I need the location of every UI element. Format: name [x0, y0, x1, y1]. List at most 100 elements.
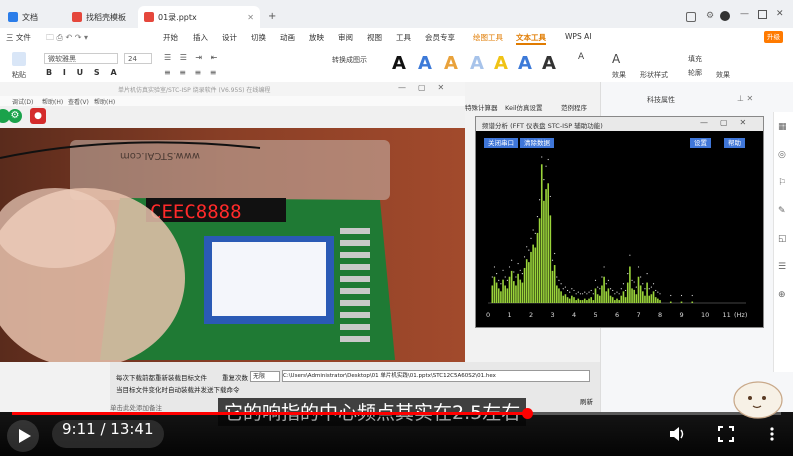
hex-path-field[interactable]: C:\Users\Administrator\Desktop\01 单片机实践\… [282, 370, 590, 382]
fft-window-controls[interactable]: —▢✕ [700, 118, 758, 127]
pin-icon[interactable]: ⊥ ✕ [737, 94, 753, 103]
fft-bar [607, 288, 610, 303]
fft-bar [641, 291, 644, 303]
software-menu-debug[interactable]: 调试(D) [12, 97, 33, 106]
window-controls[interactable]: —▢✕ [398, 83, 456, 92]
text-style-orange[interactable]: A [444, 53, 458, 74]
new-tab-icon[interactable]: + [268, 11, 276, 22]
minimize-icon[interactable]: — [740, 9, 749, 19]
fft-peak-marker [519, 269, 521, 271]
close-icon[interactable]: ✕ [247, 13, 254, 22]
sidebar-icon[interactable]: ☰ [778, 262, 786, 272]
menu-home[interactable]: 开始 [163, 32, 178, 43]
fft-bar [581, 300, 584, 303]
window-layout-icon[interactable] [686, 12, 696, 22]
auto-load-option[interactable]: 当目标文件变化时自动装载并发送下载命令 [116, 384, 240, 394]
fullscreen-icon[interactable] [718, 426, 734, 442]
sidebar-icon[interactable]: ▦ [778, 122, 787, 132]
text-style-blue2[interactable]: A [518, 53, 532, 74]
fill-label[interactable]: 填充 [688, 54, 702, 64]
menu-design[interactable]: 设计 [222, 32, 237, 43]
fft-bar [644, 295, 646, 303]
help-button[interactable]: 帮助 [724, 138, 745, 148]
menu-member[interactable]: 会员专享 [425, 32, 455, 43]
fft-peak-marker [534, 232, 536, 234]
refresh-button[interactable]: 刷新 [580, 396, 593, 406]
tab-calculator[interactable]: 特殊计算器 [465, 102, 498, 112]
sidebar-icon[interactable]: ⊕ [778, 290, 786, 300]
menu-tools[interactable]: 工具 [396, 32, 411, 43]
quick-access-icons[interactable]: 🗀 ⎙ ↶ ↷ ▾ [46, 32, 88, 46]
tab-templates[interactable]: 找稻壳模板 [66, 6, 136, 28]
text-style-light-blue[interactable]: A [470, 53, 484, 74]
reload-option[interactable]: 每次下载前都重新装载目标文件 [116, 372, 207, 382]
effect2-label[interactable]: 效果 [716, 70, 730, 80]
text-style-outline[interactable]: A [542, 53, 556, 74]
text-style-blue[interactable]: A [418, 53, 432, 74]
tab-documents[interactable]: 文档 [2, 6, 58, 28]
align-icons[interactable]: ≡ ≡ ≡ ≡ [164, 68, 219, 77]
sidebar-icon[interactable]: ◎ [778, 150, 786, 160]
fft-peak-marker [659, 293, 661, 295]
repeat-count-select[interactable]: 无限 [250, 371, 280, 382]
settings-button[interactable]: 设置 [690, 138, 711, 148]
maximize-icon[interactable] [758, 10, 767, 19]
shape-style-label[interactable]: 形状样式 [640, 70, 668, 80]
clear-data-button[interactable]: 清除数据 [520, 138, 554, 148]
text-style-black[interactable]: A [392, 53, 406, 74]
menu-animation[interactable]: 动画 [280, 32, 295, 43]
settings-icon[interactable]: ⚙ [8, 109, 22, 123]
convert-smartart-button[interactable]: 转换成图示 [332, 55, 367, 65]
settings-icon[interactable]: ⚙ [706, 11, 714, 21]
menu-file[interactable]: 三 文件 [6, 32, 31, 43]
menu-insert[interactable]: 插入 [193, 32, 208, 43]
menu-view[interactable]: 视图 [367, 32, 382, 43]
menu-slideshow[interactable]: 放映 [309, 32, 324, 43]
text-effect-icon[interactable]: A [612, 52, 620, 66]
font-name-select[interactable]: 微软雅黑 [44, 53, 118, 64]
upgrade-button[interactable]: 升级 [764, 31, 783, 43]
fft-peak-marker [607, 279, 609, 281]
progress-bar[interactable] [12, 408, 781, 419]
menu-text-tools[interactable]: 文本工具 [516, 32, 546, 45]
format-buttons[interactable]: B I U S A [46, 68, 121, 77]
menu-drawing-tools[interactable]: 绘图工具 [473, 32, 503, 43]
notes-placeholder[interactable]: 单击此处添加备注 [110, 402, 162, 412]
progress-scrubber[interactable] [522, 408, 534, 419]
avatar[interactable] [720, 11, 730, 21]
software-menu-view[interactable]: 查看(V) [68, 97, 89, 106]
menu-transition[interactable]: 切换 [251, 32, 266, 43]
text-style-yellow[interactable]: A [494, 53, 508, 74]
menu-wps-ai[interactable]: WPS AI [565, 32, 591, 41]
software-title-bar: 单片机仿真实验室/STC-ISP 烧录软件 (V6.95S) 在线编程 —▢✕ [0, 82, 465, 97]
fft-x-tick: 3 [551, 311, 555, 319]
fft-peak-marker [511, 259, 513, 261]
font-size-select[interactable]: 24 [124, 53, 152, 64]
pptx-icon [144, 12, 154, 22]
software-menu-help2[interactable]: 帮助(H) [94, 97, 115, 106]
tab-presentation[interactable]: 01录.pptx ✕ [138, 6, 260, 28]
outline-label[interactable]: 轮廓 [688, 68, 702, 78]
fft-chart: 0 1 2 3 4 5 6 7 8 9 10 11 (Hz) [486, 156, 747, 319]
more-options-icon[interactable] [768, 426, 776, 442]
user-icon[interactable]: ● [30, 108, 46, 124]
sidebar-icon[interactable]: ⚐ [778, 178, 786, 188]
paste-label: 粘贴 [12, 71, 26, 79]
time-display: 9:11 / 13:41 [52, 420, 164, 448]
fft-bar [691, 301, 694, 303]
menu-review[interactable]: 审阅 [338, 32, 353, 43]
close-window-icon[interactable]: ✕ [776, 9, 784, 19]
volume-icon[interactable] [668, 426, 686, 442]
sidebar-icon[interactable]: ✎ [778, 206, 786, 216]
paste-icon[interactable] [12, 52, 26, 66]
list-icons[interactable]: ☰ ☰ ⇥ ⇤ [164, 53, 220, 62]
close-port-button[interactable]: 关闭串口 [484, 138, 518, 148]
tab-examples[interactable]: 范例程序 [561, 102, 587, 112]
text-fill-icon[interactable]: A [578, 52, 584, 62]
sidebar-icon[interactable]: ◱ [778, 234, 787, 244]
fft-bar [588, 298, 590, 303]
tab-keil-settings[interactable]: Keil仿真设置 [505, 102, 543, 112]
software-menu-help[interactable]: 帮助(H) [42, 97, 63, 106]
play-button[interactable] [7, 420, 39, 452]
fft-bar [493, 276, 496, 303]
